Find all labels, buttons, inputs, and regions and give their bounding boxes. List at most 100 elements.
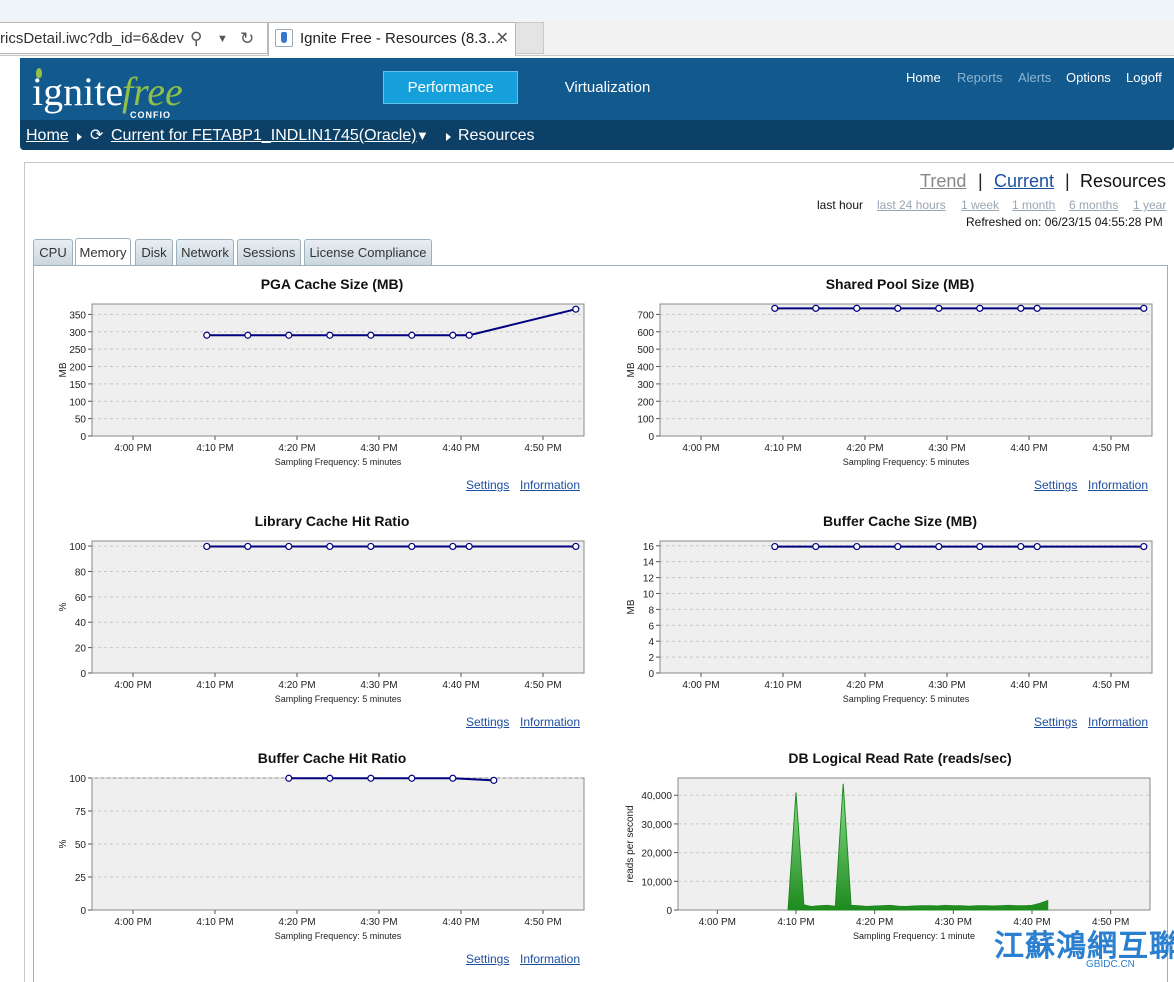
chart-pga-cache-size: PGA Cache Size (MB) 0 50 100 150 200 250 300 35… — [52, 266, 612, 492]
y-tick-label: 10,000 — [641, 877, 672, 888]
address-text[interactable]: ricsDetail.iwc?db_id=6&dev — [0, 30, 184, 47]
refresh-icon[interactable]: ↻ — [240, 29, 254, 49]
top-link-home[interactable]: Home — [906, 70, 941, 85]
data-point — [408, 542, 416, 551]
range-1-year[interactable]: 1 year — [1133, 198, 1166, 212]
browser-tab[interactable]: Ignite Free - Resources (8.3.... ✕ — [268, 22, 516, 56]
y-tick-label: 80 — [75, 567, 87, 578]
y-tick-label: 150 — [69, 380, 86, 391]
logo[interactable]: ignite free CONFIO — [32, 66, 192, 122]
data-point — [449, 774, 457, 782]
x-tick-label: 4:00 PM — [682, 680, 719, 691]
x-tick-label: 4:50 PM — [524, 917, 561, 928]
y-axis-label: reads per second — [625, 805, 636, 882]
search-icon[interactable]: ⚲ — [190, 29, 202, 49]
chart-buffer-cache-hit-ratio: Buffer Cache Hit Ratio 0 25 50 75 100 4:00 PM… — [52, 740, 612, 966]
y-tick-label: 30,000 — [641, 820, 672, 831]
y-tick-label: 100 — [69, 542, 86, 553]
address-bar[interactable]: ricsDetail.iwc?db_id=6&dev ⚲ ▼ ↻ — [0, 22, 268, 54]
top-link-alerts[interactable]: Alerts — [1018, 70, 1051, 85]
y-tick-label: 100 — [69, 397, 86, 408]
x-tick-label: 4:20 PM — [278, 680, 315, 691]
watermark-logo: 江蘇鴻網互聯 GBIDC.CN — [990, 915, 1174, 982]
tab-sessions[interactable]: Sessions — [237, 239, 301, 265]
settings-link[interactable]: Settings — [466, 478, 509, 492]
information-link[interactable]: Information — [520, 715, 580, 729]
chart-svg: 0 100 200 300 400 500 600 700 4:00 PM 4:10 PM 4:20… — [626, 303, 1153, 467]
settings-link[interactable]: Settings — [1034, 715, 1077, 729]
tab-network[interactable]: Network — [176, 239, 234, 265]
top-link-reports[interactable]: Reports — [957, 70, 1003, 85]
y-tick-label: 10 — [643, 589, 655, 600]
view-resources: Resources — [1080, 171, 1167, 191]
watermark-text: 江蘇鴻網互聯 — [994, 930, 1174, 963]
view-link-current[interactable]: Current — [994, 171, 1054, 192]
y-tick-label: 400 — [637, 363, 654, 374]
information-link[interactable]: Information — [1088, 478, 1148, 492]
tab-cpu[interactable]: CPU — [33, 239, 73, 265]
x-tick-label: 4:20 PM — [856, 917, 893, 928]
data-point — [771, 542, 779, 551]
range-last-24-hours[interactable]: last 24 hours — [877, 198, 946, 212]
range-1-month[interactable]: 1 month — [1012, 198, 1055, 212]
data-point — [812, 304, 820, 312]
data-point — [935, 304, 943, 312]
tab-disk[interactable]: Disk — [135, 239, 173, 265]
x-tick-label: 4:00 PM — [114, 917, 151, 928]
x-axis-label: Sampling Frequency: 5 minutes — [275, 931, 402, 941]
close-icon[interactable]: ✕ — [496, 28, 509, 48]
y-axis-label: MB — [58, 362, 69, 377]
top-link-options[interactable]: Options — [1066, 70, 1111, 85]
information-link[interactable]: Information — [1088, 715, 1148, 729]
x-tick-label: 4:00 PM — [114, 680, 151, 691]
plot-area — [91, 303, 585, 437]
data-point — [244, 542, 252, 551]
top-link-logoff[interactable]: Logoff — [1126, 70, 1162, 85]
range-1-week[interactable]: 1 week — [961, 198, 999, 212]
breadcrumb-current[interactable]: Current for FETABP1_INDLIN1745(Oracle) — [111, 127, 417, 145]
x-axis-label: Sampling Frequency: 5 minutes — [275, 457, 402, 467]
dropdown-icon[interactable]: ▼ — [416, 128, 429, 143]
data-point — [894, 542, 902, 551]
app-header: ignite free CONFIO Performance Virtualiz… — [20, 58, 1174, 150]
y-tick-label: 200 — [69, 363, 86, 374]
settings-link[interactable]: Settings — [466, 715, 509, 729]
information-link[interactable]: Information — [520, 952, 580, 966]
settings-link[interactable]: Settings — [1034, 478, 1077, 492]
y-tick-label: 350 — [69, 310, 86, 321]
nav-performance[interactable]: Performance — [383, 71, 518, 104]
information-link[interactable]: Information — [520, 478, 580, 492]
x-axis-label: Sampling Frequency: 1 minute — [853, 931, 975, 941]
x-tick-label: 4:00 PM — [682, 443, 719, 454]
x-tick-label: 4:10 PM — [196, 680, 233, 691]
data-point — [465, 542, 473, 551]
plot-area — [91, 540, 585, 674]
data-point — [244, 331, 252, 339]
data-point — [408, 331, 416, 339]
data-point — [853, 542, 861, 551]
tab-license-compliance[interactable]: License Compliance — [304, 239, 432, 265]
new-tab-button[interactable] — [516, 22, 544, 54]
data-point — [1140, 304, 1148, 312]
x-tick-label: 4:50 PM — [524, 680, 561, 691]
breadcrumb-arrow-icon — [77, 133, 82, 141]
x-tick-label: 4:10 PM — [764, 680, 801, 691]
tab-memory[interactable]: Memory — [75, 238, 131, 266]
chart-svg: 0 50 100 150 200 250 300 350 4:00 PM 4:10 PM 4:20 … — [58, 303, 585, 467]
x-tick-label: 4:30 PM — [928, 443, 965, 454]
breadcrumb-home[interactable]: Home — [26, 127, 69, 145]
y-tick-label: 300 — [69, 328, 86, 339]
view-link-trend[interactable]: Trend — [920, 171, 966, 192]
y-tick-label: 0 — [80, 669, 86, 680]
x-tick-label: 4:50 PM — [1092, 443, 1129, 454]
settings-link[interactable]: Settings — [466, 952, 509, 966]
data-point — [285, 331, 293, 339]
chevron-down-icon[interactable]: ▼ — [217, 33, 228, 45]
chart-library-cache-hit-ratio: Library Cache Hit Ratio 0 20 40 60 80 100 4:00… — [52, 503, 612, 729]
y-tick-label: 2 — [648, 653, 654, 664]
range-6-months[interactable]: 6 months — [1069, 198, 1118, 212]
data-point — [1033, 542, 1041, 551]
data-point — [771, 304, 779, 312]
nav-virtualization[interactable]: Virtualization — [540, 71, 675, 104]
y-tick-label: 16 — [643, 542, 655, 553]
